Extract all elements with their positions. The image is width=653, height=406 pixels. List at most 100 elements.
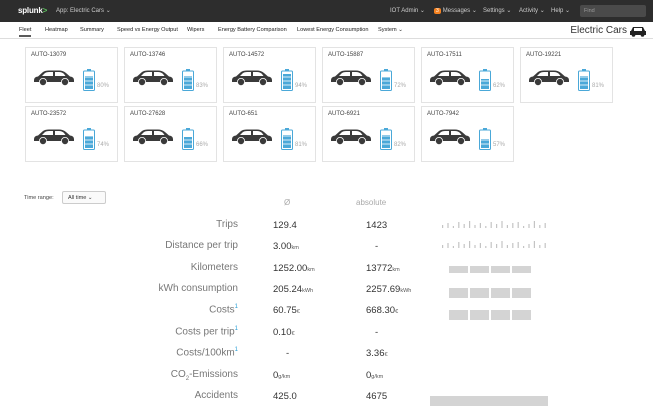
metric-block bbox=[491, 288, 510, 298]
sparkline-bar bbox=[452, 226, 454, 228]
nav-summary[interactable]: Summary bbox=[80, 27, 104, 33]
average-unit: g/km bbox=[278, 374, 291, 380]
car-id: AUTO-19221 bbox=[526, 52, 562, 58]
nav-fleet[interactable]: Fleet bbox=[19, 27, 32, 37]
car-id: AUTO-6921 bbox=[328, 111, 360, 117]
app-title: Electric Cars bbox=[570, 25, 627, 36]
car-icon bbox=[430, 129, 470, 145]
app-menu[interactable]: App: Electric Cars ⌄ bbox=[56, 7, 111, 14]
car-card[interactable]: AUTO-27628 66% bbox=[124, 106, 217, 162]
sparkline-bar bbox=[490, 222, 492, 228]
chevron-down-icon: ⌄ bbox=[539, 8, 545, 14]
stat-absolute-value: 1423 bbox=[366, 220, 387, 231]
nav-system-label: System bbox=[378, 27, 397, 33]
battery-icon bbox=[281, 69, 293, 91]
chevron-down-icon: ⌄ bbox=[506, 8, 512, 14]
battery-percent: 94% bbox=[295, 83, 308, 89]
battery-icon bbox=[380, 69, 392, 91]
car-icon bbox=[331, 70, 371, 86]
footnote-link[interactable]: 1 bbox=[235, 326, 238, 332]
car-id: AUTO-13079 bbox=[31, 52, 67, 58]
stat-row-label: Distance per trip bbox=[165, 240, 238, 251]
sparkline-bar bbox=[490, 242, 492, 248]
time-range-picker[interactable]: All time ⌄ bbox=[62, 191, 106, 204]
nav-heatmap[interactable]: Heatmap bbox=[45, 27, 68, 33]
car-card[interactable]: AUTO-13079 80% bbox=[25, 47, 118, 103]
car-card[interactable]: AUTO-7942 57% bbox=[421, 106, 514, 162]
nav-system[interactable]: System ⌄ bbox=[378, 27, 403, 33]
battery-icon bbox=[578, 69, 590, 91]
sparkline-bar bbox=[452, 246, 454, 248]
stat-absolute-value: 668.30€ bbox=[366, 305, 398, 316]
car-card[interactable]: AUTO-15887 72% bbox=[322, 47, 415, 103]
car-card[interactable]: AUTO-651 81% bbox=[223, 106, 316, 162]
battery-percent: 80% bbox=[97, 83, 110, 89]
footnote-link[interactable]: 1 bbox=[235, 347, 238, 353]
sparkline-bar bbox=[517, 222, 519, 228]
absolute-unit: g/km bbox=[371, 374, 384, 380]
sparkline-bar bbox=[506, 245, 508, 248]
nav-wipers[interactable]: Wipers bbox=[187, 27, 204, 33]
sparkline-bar bbox=[533, 241, 535, 248]
activity-menu[interactable]: Activity ⌄ bbox=[519, 7, 545, 14]
stat-label-text: Costs bbox=[209, 304, 235, 316]
car-card[interactable]: AUTO-17511 62% bbox=[421, 47, 514, 103]
car-icon bbox=[232, 129, 272, 145]
help-menu[interactable]: Help ⌄ bbox=[551, 7, 570, 14]
sparkline-bar bbox=[442, 225, 444, 228]
sparkline-bar bbox=[458, 242, 460, 248]
sparkline-bar bbox=[523, 246, 525, 248]
stat-average-value: 0g/km bbox=[273, 370, 290, 381]
sparkline-bar bbox=[539, 225, 541, 228]
car-id: AUTO-17511 bbox=[427, 52, 462, 58]
stat-row-label: Costs1 bbox=[209, 304, 238, 315]
metric-block bbox=[449, 310, 468, 320]
trips-sparkline bbox=[442, 221, 546, 248]
average-unit: € bbox=[296, 309, 300, 315]
car-card[interactable]: AUTO-19221 81% bbox=[520, 47, 613, 103]
settings-menu[interactable]: Settings ⌄ bbox=[483, 7, 511, 14]
battery-percent: 62% bbox=[493, 83, 506, 89]
car-card[interactable]: AUTO-13746 83% bbox=[124, 47, 217, 103]
metric-block bbox=[491, 310, 510, 320]
average-number: 1252.00 bbox=[273, 263, 308, 274]
car-card[interactable]: AUTO-23572 74% bbox=[25, 106, 118, 162]
average-unit: km bbox=[291, 245, 299, 251]
chevron-down-icon: ⌄ bbox=[471, 8, 477, 14]
metric-block bbox=[449, 288, 468, 298]
footnote-link[interactable]: 1 bbox=[235, 304, 238, 310]
sparkline-bar bbox=[447, 223, 449, 228]
stat-absolute-value: 3.36€ bbox=[366, 348, 388, 359]
car-card[interactable]: AUTO-14572 94% bbox=[223, 47, 316, 103]
sparkline-bar bbox=[544, 223, 546, 228]
car-card[interactable]: AUTO-6921 82% bbox=[322, 106, 415, 162]
metric-block bbox=[512, 310, 531, 320]
stat-average-value: 425.0 bbox=[273, 391, 297, 402]
stat-absolute-value: 2257.69kWh bbox=[366, 284, 411, 295]
absolute-unit: km bbox=[392, 267, 400, 273]
car-icon bbox=[34, 129, 74, 145]
battery-percent: 74% bbox=[97, 142, 110, 148]
stat-absolute-value: 4675 bbox=[366, 391, 387, 402]
messages-menu[interactable]: 3 Messages ⌄ bbox=[434, 7, 477, 14]
stat-row-label: kWh consumption bbox=[159, 283, 238, 294]
user-menu[interactable]: IOT Admin ⌄ bbox=[390, 7, 425, 14]
stat-row-label: Costs per trip1 bbox=[175, 326, 238, 337]
find-input[interactable]: Find bbox=[580, 5, 646, 17]
sparkline-bar bbox=[496, 244, 498, 248]
average-number: 3.00 bbox=[273, 241, 292, 252]
average-number: - bbox=[286, 348, 290, 359]
stat-average-value: 60.75€ bbox=[273, 305, 300, 316]
splunk-logo[interactable]: splunk> bbox=[18, 6, 47, 15]
battery-percent: 72% bbox=[394, 83, 407, 89]
activity-menu-label: Activity bbox=[519, 8, 539, 14]
nav-speed-vs-energy-output[interactable]: Speed vs Energy Output bbox=[117, 27, 178, 33]
absolute-number: 13772 bbox=[366, 263, 393, 274]
battery-icon bbox=[83, 69, 95, 91]
car-icon bbox=[529, 70, 569, 86]
nav-lowest-energy-consumption[interactable]: Lowest Energy Consumption bbox=[297, 27, 369, 33]
metric-block bbox=[470, 266, 489, 273]
stat-average-value: 3.00km bbox=[273, 241, 299, 252]
stat-average-value: 1252.00km bbox=[273, 263, 315, 274]
nav-energy-battery-comparison[interactable]: Energy Battery Comparison bbox=[218, 27, 287, 33]
